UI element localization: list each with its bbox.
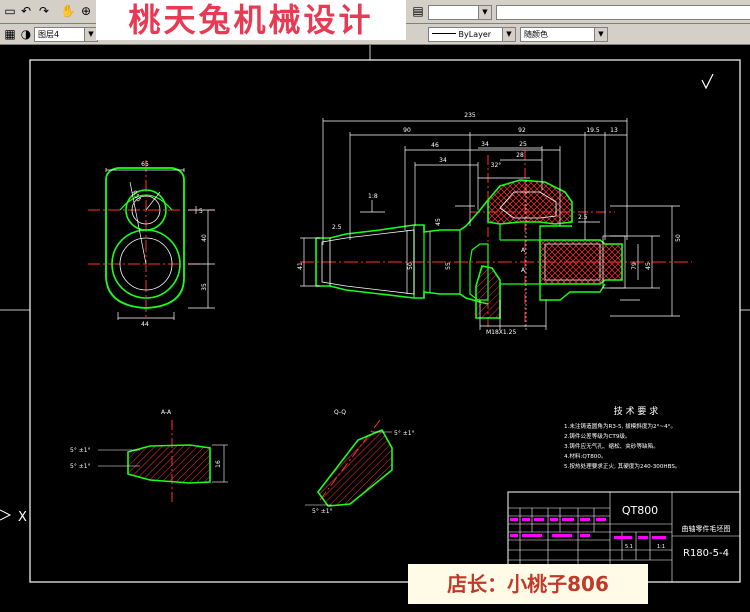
section-aa-dim-16: 16 bbox=[215, 460, 222, 468]
section-qq-title: Q-Q bbox=[334, 409, 346, 416]
dim-34b: 34 bbox=[439, 157, 447, 164]
chevron-down-icon: ▼ bbox=[594, 28, 607, 41]
dim-40: 40 bbox=[201, 234, 208, 242]
section-q-q: Q-Q 5° ±1° 5° ±1° bbox=[305, 409, 415, 515]
ucs-x-marker: X bbox=[18, 510, 27, 525]
tech-req-title: 技 术 要 求 bbox=[614, 405, 659, 417]
dim-dia-55: 55 bbox=[445, 262, 452, 270]
color-select[interactable]: 随颜色 ▼ bbox=[520, 27, 608, 42]
title-scale-2: 1:1 bbox=[657, 544, 665, 550]
layer-state-icon[interactable]: ◑ bbox=[18, 26, 34, 42]
dim-dia-50: 50 bbox=[407, 262, 414, 270]
dim-dia-45: 45 bbox=[645, 262, 652, 270]
drawing-canvas[interactable]: X A A 235 90 92 19.5 13 46 34 25 34 28 3… bbox=[0, 45, 750, 612]
dim-28: 28 bbox=[516, 152, 524, 159]
zoom-icon[interactable]: ⊕ bbox=[78, 3, 94, 19]
title-drawing-no: R180-5-4 bbox=[683, 548, 729, 559]
section-qq-angle-2: 5° ±1° bbox=[312, 508, 333, 515]
dim-13: 13 bbox=[610, 127, 618, 134]
section-qq-angle-1: 5° ±1° bbox=[394, 430, 415, 437]
title-part-name: 曲轴零件毛坯图 bbox=[682, 524, 731, 533]
angle-32: 32° bbox=[491, 162, 502, 169]
dim-44: 44 bbox=[141, 321, 149, 328]
linetype-preview bbox=[432, 28, 456, 34]
dim-2-5b: 2.5 bbox=[578, 214, 588, 221]
section-qq-profile bbox=[317, 428, 393, 507]
crank-web-upper bbox=[487, 179, 573, 225]
title-block-cells bbox=[510, 518, 666, 539]
dim-dia-50b: 50 bbox=[675, 234, 682, 242]
layer-select[interactable]: 图层4 ▼ bbox=[34, 27, 98, 42]
dim-2-5: 2.5 bbox=[332, 224, 342, 231]
dim-235: 235 bbox=[464, 112, 476, 119]
banner-text: 桃天兔机械设计 bbox=[128, 1, 374, 39]
dim-34: 34 bbox=[481, 141, 489, 148]
tech-req-line-2: 2.铸件公差等级为CT9级。 bbox=[564, 432, 631, 440]
surface-finish-icon bbox=[701, 73, 714, 90]
chevron-down-icon: ▼ bbox=[502, 28, 515, 41]
open-icon[interactable]: ▭ bbox=[2, 3, 18, 19]
dim-35: 35 bbox=[201, 283, 208, 291]
dimstyle-select[interactable]: ▼ bbox=[428, 5, 492, 20]
technical-requirements: 技 术 要 求 1.未注铸造圆角为R3-5, 拔模斜度为2°~4°。 2.铸件公… bbox=[564, 405, 680, 470]
taper-1-8: 1:8 bbox=[368, 193, 378, 200]
redo-icon[interactable]: ↷ bbox=[36, 3, 52, 19]
side-dimensions bbox=[105, 168, 215, 320]
section-aa-angle-1: 5° ±1° bbox=[70, 447, 91, 454]
dim-dia-79: 79 bbox=[631, 262, 638, 270]
linetype-select[interactable]: ByLayer ▼ bbox=[428, 27, 516, 42]
dim-5: 5 bbox=[199, 208, 203, 215]
flange-lower bbox=[539, 283, 606, 301]
pin-journal bbox=[539, 239, 623, 285]
section-a-a: A-A 5° ±1° 5° ±1° 16 bbox=[70, 409, 228, 505]
color-value: 随颜色 bbox=[524, 30, 548, 39]
flange-upper bbox=[539, 225, 572, 240]
linetype-value: ByLayer bbox=[458, 30, 492, 39]
dim-65: 65 bbox=[141, 161, 149, 168]
dim-25: 25 bbox=[519, 141, 527, 148]
section-aa-angle-2: 5° ±1° bbox=[70, 463, 91, 470]
shop-owner-text: 店长：小桃子806 bbox=[447, 572, 609, 596]
plot-select[interactable] bbox=[496, 5, 750, 20]
ucs-arrow-icon bbox=[0, 509, 12, 521]
tech-req-line-4: 4.材料:QT800。 bbox=[564, 452, 607, 460]
layer-name: 图层4 bbox=[38, 30, 60, 39]
layer-manager-icon[interactable]: ▦ bbox=[2, 26, 18, 42]
title-scale: 5.1 bbox=[625, 544, 633, 550]
tech-req-line-5: 5.按热处理要求正火, 其硬度为240-300HBS。 bbox=[564, 462, 680, 470]
dim-90: 90 bbox=[403, 127, 411, 134]
section-aa-profile bbox=[127, 444, 211, 484]
dim-45: 45 bbox=[435, 218, 442, 226]
section-aa-title: A-A bbox=[161, 409, 172, 416]
dim-19-5: 19.5 bbox=[586, 127, 600, 134]
dim-46: 46 bbox=[431, 142, 439, 149]
dim-92: 92 bbox=[518, 127, 526, 134]
crankshaft-main-view: A A 235 90 92 19.5 13 46 34 25 34 28 32°… bbox=[297, 112, 692, 336]
tech-req-line-3: 3.铸件应无气孔、缩松、夹砂等缺陷。 bbox=[564, 442, 659, 450]
watermark-banner: 桃天兔机械设计 bbox=[96, 0, 406, 40]
chevron-down-icon: ▼ bbox=[478, 6, 491, 19]
title-material: QT800 bbox=[622, 504, 658, 517]
shaft-outline bbox=[316, 199, 489, 305]
undo-icon[interactable]: ↶ bbox=[18, 3, 34, 19]
pan-icon[interactable]: ✋ bbox=[60, 3, 76, 19]
properties-icon[interactable]: ▤ bbox=[410, 3, 426, 19]
dim-dia-41: 41 bbox=[297, 262, 304, 270]
shop-owner-banner: 店长：小桃子806 bbox=[408, 564, 648, 604]
thread-callout: M18X1.25 bbox=[486, 329, 516, 336]
side-view: 65 5 40 35 44 R55 bbox=[88, 160, 215, 328]
tech-req-line-1: 1.未注铸造圆角为R3-5, 拔模斜度为2°~4°。 bbox=[564, 422, 676, 430]
